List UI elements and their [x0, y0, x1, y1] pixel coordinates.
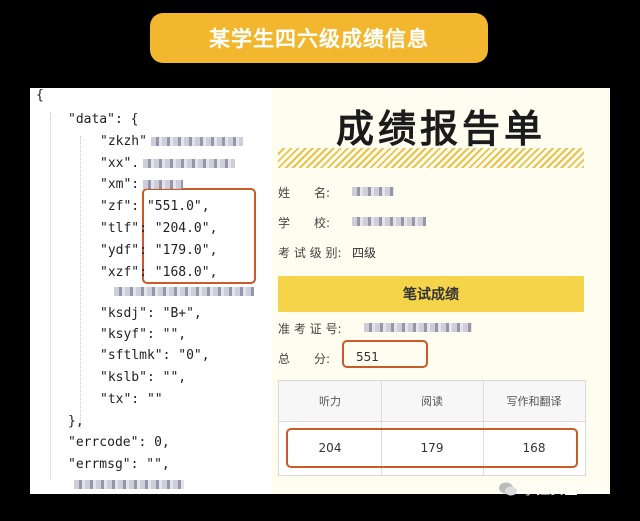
json-line: "sftlmk": "0",: [100, 348, 210, 363]
json-line: },: [68, 414, 84, 429]
header-writing-translation: 写作和翻译: [483, 381, 585, 421]
row-divider: [279, 421, 585, 422]
screenshot-card: { "data": { "zkzh" "xx". "xm": "zf": "551.0",…: [30, 88, 610, 494]
ticket-value: [364, 320, 472, 334]
report-title: 成绩报告单: [335, 106, 546, 151]
redacted-value: [143, 180, 184, 189]
json-line: [70, 477, 184, 492]
json-line: "xzf": "168.0",: [100, 265, 218, 280]
decorative-stripe: [278, 148, 584, 168]
level-label: 考 试 级 别:: [278, 246, 342, 260]
scores-row-highlight: [286, 428, 578, 468]
school-label: 学 校:: [278, 216, 331, 230]
title-banner: 某学生四六级成绩信息: [150, 13, 488, 63]
json-line: {: [36, 88, 44, 103]
json-line: "zf": "551.0",: [100, 199, 210, 214]
section-header: 笔试成绩: [278, 276, 584, 312]
redacted-value: [150, 137, 243, 146]
json-response-view: { "data": { "zkzh" "xx". "xm": "zf": "551.0",…: [30, 88, 272, 494]
json-line: "ksyf": "",: [100, 327, 187, 342]
banner-title: 某学生四六级成绩信息: [209, 27, 429, 51]
json-line: "tx": "": [100, 392, 163, 407]
header-reading: 阅读: [381, 381, 483, 421]
name-label: 姓 名:: [278, 186, 331, 200]
watermark-text: 掌控安全EDU: [522, 482, 608, 498]
level-value: 四级: [352, 246, 377, 260]
json-line: "kslb": "",: [100, 370, 187, 385]
json-line: [110, 284, 254, 299]
json-line: "ksdj": "B+",: [100, 306, 202, 321]
json-line: "xx".: [100, 156, 236, 171]
name-value: [352, 184, 394, 198]
redacted-value: [74, 480, 184, 489]
json-line: "data": {: [68, 112, 139, 127]
json-line: "errmsg": "",: [68, 457, 170, 472]
ticket-label: 准 考 证 号:: [278, 322, 342, 336]
total-label: 总 分:: [278, 352, 331, 366]
total-highlight: [342, 340, 428, 368]
indent-guide: [50, 112, 51, 480]
json-line: "ydf": "179.0",: [100, 243, 218, 258]
redacted-value: [143, 159, 236, 168]
json-line: "zkzh": [100, 134, 243, 149]
indent-guide: [80, 136, 81, 428]
school-value: [352, 214, 426, 228]
wechat-icon: [499, 482, 517, 496]
json-line: "errcode": 0,: [68, 435, 170, 450]
json-line: "xm":: [100, 177, 184, 192]
watermark: 掌控安全EDU: [498, 478, 608, 500]
header-listening: 听力: [279, 381, 381, 421]
redacted-value: [114, 287, 254, 296]
json-line: "tlf": "204.0",: [100, 221, 218, 236]
score-report: 成绩报告单 姓 名: 学 校: 考 试 级 别: 四级 笔试成绩 准 考 证 号…: [272, 88, 610, 494]
